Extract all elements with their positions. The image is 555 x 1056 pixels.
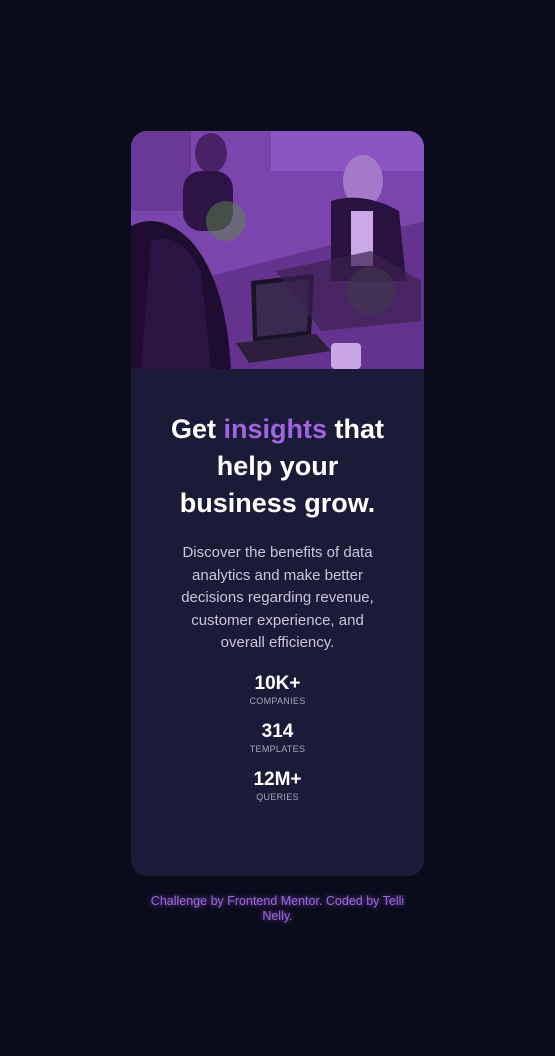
office-photo-illustration — [131, 131, 424, 369]
stats-list: 10K+ COMPANIES 314 TEMPLATES 12M+ QUERIE… — [131, 673, 424, 803]
hero-image — [131, 131, 424, 369]
stats-preview-card: Get insights that help your business gro… — [131, 131, 424, 876]
headline: Get insights that help your business gro… — [163, 411, 393, 522]
stat-label: TEMPLATES — [249, 743, 306, 754]
stat-label: QUERIES — [256, 791, 299, 802]
description: Discover the benefits of data analytics … — [181, 544, 374, 651]
stat-value: 314 — [261, 720, 294, 742]
headline-accent: insights — [223, 414, 328, 444]
stat-templates: 314 TEMPLATES — [131, 721, 424, 755]
stat-label: COMPANIES — [249, 695, 306, 706]
stat-companies: 10K+ COMPANIES — [131, 673, 424, 707]
attribution-link[interactable]: Challenge by Frontend Mentor. Coded by T… — [140, 894, 415, 924]
stat-value: 12M+ — [253, 768, 302, 790]
headline-prefix: Get — [170, 414, 224, 444]
stat-queries: 12M+ QUERIES — [131, 769, 424, 803]
stat-value: 10K+ — [254, 672, 301, 694]
card-content: Get insights that help your business gro… — [131, 369, 424, 817]
